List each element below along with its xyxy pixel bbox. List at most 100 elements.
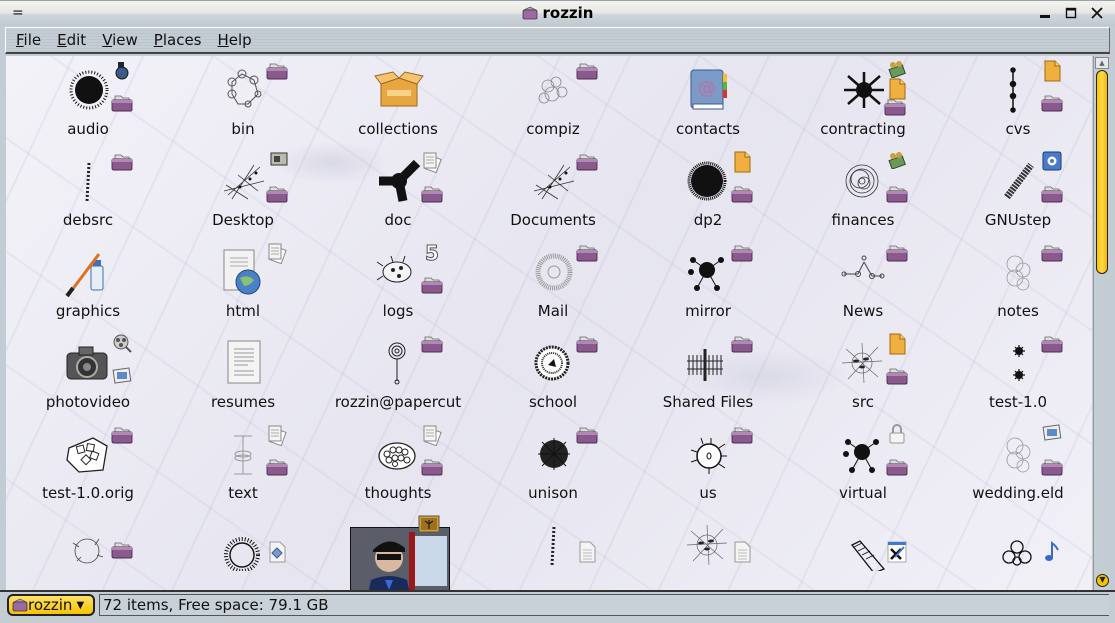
file-item[interactable]: GNUstep <box>943 147 1092 235</box>
file-item[interactable] <box>478 511 628 590</box>
file-item[interactable]: bin <box>168 56 318 144</box>
folder-emblem-icon <box>1041 94 1063 114</box>
file-label: test-1.0.orig <box>42 484 134 502</box>
file-item[interactable]: wedding.eld <box>943 420 1092 508</box>
location-button[interactable]: rozzin ▼ <box>7 594 95 616</box>
file-item[interactable] <box>788 511 938 590</box>
folder-emblem-icon <box>886 367 908 387</box>
file-item[interactable]: News <box>788 238 938 326</box>
node-graph-icon <box>838 246 890 298</box>
status-bar: rozzin ▼ 72 items, Free space: 79.1 GB <box>0 590 1115 623</box>
close-button[interactable] <box>1089 5 1105 21</box>
tri-blob-icon <box>373 155 425 207</box>
icon-view[interactable]: audio bin collections compiz @ contacts contra… <box>6 56 1092 590</box>
file-item[interactable]: compiz <box>478 56 628 144</box>
file-item[interactable]: debsrc <box>13 147 163 235</box>
file-item[interactable]: notes <box>943 238 1092 326</box>
radial-sphere-icon <box>528 246 580 298</box>
spiral-pin-icon <box>373 337 425 389</box>
file-label: News <box>842 302 884 320</box>
flower-knot-icon <box>993 519 1045 571</box>
file-item[interactable]: graphics <box>13 238 163 326</box>
minimize-button[interactable] <box>1037 5 1053 21</box>
file-item[interactable]: text <box>168 420 318 508</box>
sun-ring-icon <box>218 519 270 573</box>
spider-web-icon <box>683 519 735 571</box>
file-item[interactable]: photovideo <box>13 329 163 417</box>
title-bar[interactable]: = rozzin <box>0 0 1115 26</box>
vertical-scrollbar[interactable]: ▲ ▼ <box>1093 56 1110 590</box>
spring-icon <box>993 155 1045 207</box>
file-item[interactable]: doc <box>323 147 473 235</box>
file-item[interactable]: virtual <box>788 420 938 508</box>
folder-emblem-icon <box>576 62 598 82</box>
file-item[interactable]: html <box>168 238 318 326</box>
file-item[interactable]: test-1.0.orig <box>13 420 163 508</box>
file-item[interactable]: resumes <box>168 329 318 417</box>
ring-graph-icon <box>218 64 270 116</box>
file-item[interactable]: rozzin@papercut <box>323 329 473 417</box>
maximize-button[interactable] <box>1063 5 1079 21</box>
folder-emblem-icon <box>266 185 288 205</box>
file-item[interactable]: cvs <box>943 56 1092 144</box>
file-label: virtual <box>839 484 887 502</box>
i-beam-icon <box>218 428 270 480</box>
menu-file[interactable]: File <box>16 31 41 49</box>
file-label: photovideo <box>45 393 131 411</box>
file-item[interactable]: audio <box>13 56 163 144</box>
file-label: compiz <box>526 120 580 138</box>
file-item[interactable] <box>13 511 163 590</box>
file-item[interactable] <box>943 511 1092 590</box>
two-stars-icon <box>993 337 1045 389</box>
file-item[interactable]: school <box>478 329 628 417</box>
virus-blob-icon <box>63 64 115 116</box>
file-item[interactable] <box>633 511 783 590</box>
file-item[interactable]: mirror <box>633 238 783 326</box>
file-item[interactable]: 5 logs <box>323 238 473 326</box>
file-item[interactable]: us <box>633 420 783 508</box>
file-item[interactable]: Shared Files <box>633 329 783 417</box>
file-item[interactable] <box>323 511 473 590</box>
scroll-up-button[interactable]: ▲ <box>1095 57 1109 69</box>
photo-emblem-icon <box>1041 424 1063 444</box>
file-label: contracting <box>820 120 906 138</box>
file-item[interactable]: test-1.0 <box>943 329 1092 417</box>
file-item[interactable]: Desktop <box>168 147 318 235</box>
file-item[interactable]: src <box>788 329 938 417</box>
menu-places[interactable]: Places <box>154 31 202 49</box>
folder-emblem-icon <box>731 335 753 355</box>
file-label: contacts <box>676 120 740 138</box>
file-item[interactable]: finances <box>788 147 938 235</box>
file-item[interactable]: contracting <box>788 56 938 144</box>
document-orange-emblem-icon <box>731 151 753 173</box>
file-item[interactable]: Mail <box>478 238 628 326</box>
folder-emblem-icon <box>421 335 443 355</box>
menu-view[interactable]: View <box>102 31 138 49</box>
file-label: Shared Files <box>662 393 754 411</box>
file-label: cvs <box>1005 120 1031 138</box>
number-5-emblem-icon: 5 <box>421 241 443 266</box>
music-player-emblem-icon <box>111 60 133 80</box>
file-item[interactable]: unison <box>478 420 628 508</box>
file-item[interactable]: collections <box>323 56 473 144</box>
file-item[interactable]: Documents <box>478 147 628 235</box>
file-label: text <box>228 484 258 502</box>
dense-scribble-icon <box>528 428 580 480</box>
file-label: Documents <box>510 211 596 229</box>
folder-emblem-icon <box>421 458 443 478</box>
scrollbar-thumb[interactable] <box>1096 70 1108 274</box>
menu-edit[interactable]: Edit <box>57 31 86 49</box>
file-item[interactable]: thoughts <box>323 420 473 508</box>
folder-emblem-icon <box>1041 244 1063 264</box>
svg-text:5: 5 <box>425 242 439 264</box>
fuzzy-ball-icon <box>683 155 735 207</box>
file-item[interactable] <box>168 511 318 590</box>
file-item[interactable]: dp2 <box>633 147 783 235</box>
file-label: mirror <box>685 302 731 320</box>
menu-help[interactable]: Help <box>218 31 252 49</box>
home-folder-icon <box>522 6 537 20</box>
file-item[interactable]: @ contacts <box>633 56 783 144</box>
sparkle-ring-icon <box>63 519 115 571</box>
grey-cluster-icon <box>993 428 1045 480</box>
scroll-down-button[interactable]: ▼ <box>1096 574 1109 587</box>
